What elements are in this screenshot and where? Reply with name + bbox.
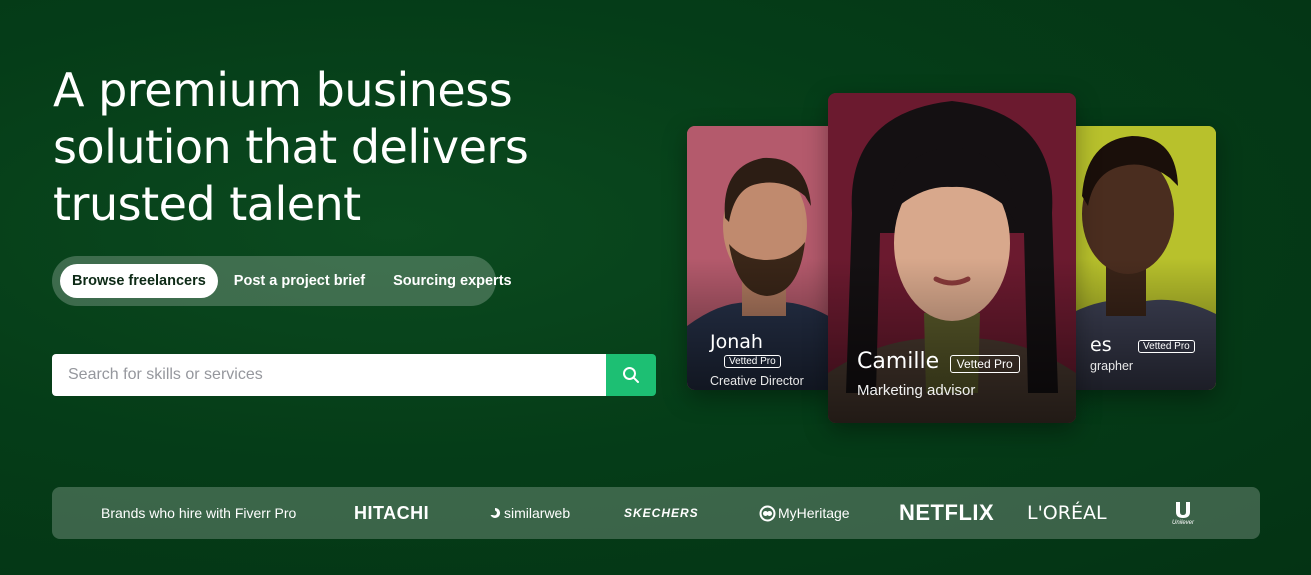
freelancer-card-jonah[interactable]: Jonah Vetted Pro Creative Director — [687, 126, 837, 390]
freelancer-name: Camille — [857, 349, 940, 374]
vetted-pro-badge: Vetted Pro — [949, 354, 1020, 373]
freelancer-name: es — [1090, 334, 1112, 356]
unilever-text: Unilever — [1172, 520, 1195, 526]
similarweb-logo: similarweb — [489, 487, 570, 539]
loreal-logo: L'ORÉAL — [1027, 502, 1107, 524]
search-bar — [52, 354, 656, 396]
hitachi-logo: HITACHI — [354, 502, 430, 523]
freelancer-role: grapher — [1090, 359, 1134, 373]
freelancer-role: Creative Director — [710, 374, 804, 388]
headline-line-1: A premium business — [53, 63, 513, 117]
hero-tabs: Browse freelancers Post a project brief … — [52, 256, 512, 306]
headline-line-2: solution that delivers — [53, 120, 529, 174]
unilever-logo: Unilever — [1172, 487, 1194, 539]
similarweb-text: similarweb — [504, 505, 571, 521]
similarweb-icon — [490, 507, 501, 518]
myheritage-icon — [759, 505, 776, 521]
freelancer-name: Jonah — [710, 331, 763, 353]
freelancer-card-right[interactable]: es Vetted Pro grapher — [1066, 126, 1216, 390]
search-input[interactable] — [52, 354, 606, 396]
freelancer-card-camille[interactable]: Camille Vetted Pro Marketing advisor — [828, 93, 1076, 423]
brands-label: Brands who hire with Fiverr Pro — [101, 505, 297, 521]
headline-line-3: trusted talent — [53, 177, 361, 231]
freelancer-role: Marketing advisor — [857, 382, 976, 399]
myheritage-logo: MyHeritage — [759, 487, 850, 539]
card-info: Jonah Vetted Pro Creative Director — [710, 331, 837, 388]
tab-post-project-brief[interactable]: Post a project brief — [222, 264, 377, 298]
card-info: Camille Vetted Pro Marketing advisor — [857, 349, 1020, 399]
vetted-pro-badge: Vetted Pro — [724, 355, 781, 369]
card-info: es Vetted Pro grapher — [1090, 334, 1195, 373]
myheritage-text: MyHeritage — [778, 505, 850, 521]
search-button[interactable] — [606, 354, 656, 396]
skechers-logo: SKECHERS — [624, 506, 699, 520]
brands-bar: Brands who hire with Fiverr Pro HITACHI … — [52, 487, 1260, 539]
netflix-logo: NETFLIX — [899, 500, 995, 525]
tab-browse-freelancers[interactable]: Browse freelancers — [60, 264, 218, 298]
tab-sourcing-experts[interactable]: Sourcing experts — [381, 264, 523, 298]
vetted-pro-badge: Vetted Pro — [1138, 340, 1195, 354]
search-icon — [623, 367, 639, 383]
unilever-icon — [1176, 502, 1190, 518]
hero-headline: A premium business solution that deliver… — [53, 62, 573, 233]
